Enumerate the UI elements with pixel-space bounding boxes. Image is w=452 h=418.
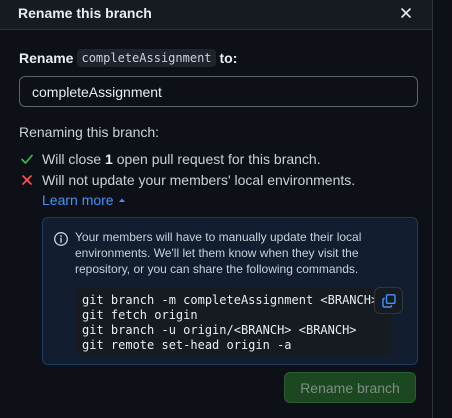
- commands-code-block: git branch -m completeAssignment <BRANCH…: [75, 288, 391, 355]
- pull-request-count: 1: [105, 150, 113, 167]
- info-icon: [54, 232, 68, 246]
- effect-text-after: open pull request for this branch.: [116, 150, 321, 167]
- command-line: git fetch origin: [82, 308, 198, 322]
- info-text: Your members will have to manually updat…: [75, 230, 362, 276]
- check-icon: [19, 151, 35, 167]
- effect-text: Will not update your members' local envi…: [42, 171, 356, 188]
- learn-more-link[interactable]: Learn more: [42, 190, 414, 210]
- learn-more-label: Learn more: [42, 192, 114, 208]
- current-branch-name: completeAssignment: [77, 49, 216, 67]
- x-icon: [19, 172, 35, 188]
- new-branch-name-input[interactable]: [19, 76, 418, 107]
- command-line: git branch -m completeAssignment <BRANCH…: [82, 293, 379, 307]
- renaming-section-title: Renaming this branch:: [19, 124, 160, 140]
- copy-icon: [381, 293, 396, 308]
- command-line: git remote set-head origin -a: [82, 338, 292, 352]
- effect-text-before: Will close: [42, 150, 102, 167]
- close-button[interactable]: [398, 5, 414, 21]
- copy-commands-button[interactable]: [374, 287, 403, 314]
- triangle-up-icon: [118, 198, 125, 202]
- renaming-effects-list: Will close 1 open pull request for this …: [19, 148, 414, 190]
- effect-item-pull-requests: Will close 1 open pull request for this …: [19, 148, 414, 169]
- rename-branch-button[interactable]: Rename branch: [284, 372, 416, 403]
- dialog-title: Rename this branch: [18, 4, 152, 21]
- command-line: git branch -u origin/<BRANCH> <BRANCH>: [82, 323, 357, 337]
- rename-suffix: to:: [219, 50, 238, 66]
- rename-label: Rename completeAssignment to:: [19, 48, 414, 68]
- effect-item-local-environments: Will not update your members' local envi…: [19, 169, 414, 190]
- dialog-header: Rename this branch: [0, 0, 432, 30]
- info-callout: Your members will have to manually updat…: [42, 217, 418, 365]
- effect-text: Will close 1 open pull request for this …: [42, 151, 321, 167]
- dialog-footer: Rename branch: [284, 372, 416, 403]
- dialog-body: Rename completeAssignment to: Renaming t…: [0, 30, 432, 418]
- close-icon: [401, 7, 411, 18]
- rename-branch-dialog: Rename this branch Rename completeAssign…: [0, 0, 433, 418]
- info-row: Your members will have to manually updat…: [53, 229, 407, 277]
- rename-prefix: Rename: [19, 50, 74, 66]
